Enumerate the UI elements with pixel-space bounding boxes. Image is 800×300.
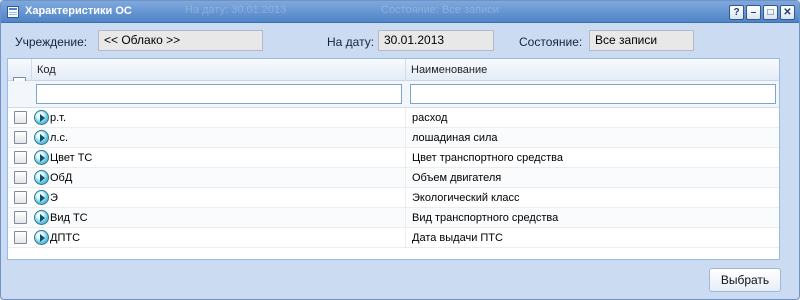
maximize-icon[interactable]: □	[763, 5, 778, 20]
column-divider	[405, 168, 406, 187]
table-row[interactable]: р.т. расход	[8, 108, 779, 128]
row-checkbox[interactable]	[14, 191, 27, 204]
column-header-name-label: Наименование	[411, 64, 488, 76]
state-label: Состояние:	[519, 35, 583, 49]
row-code: Э	[50, 192, 58, 204]
row-checkbox[interactable]	[14, 231, 27, 244]
institution-label: Учреждение:	[15, 35, 88, 49]
row-code: р.т.	[50, 112, 67, 124]
table-row[interactable]: Цвет ТС Цвет транспортного средства	[8, 148, 779, 168]
row-code: Вид ТС	[50, 212, 88, 224]
header-select-cell	[8, 59, 32, 90]
table-row[interactable]: л.с. лошадиная сила	[8, 128, 779, 148]
row-code: л.с.	[50, 132, 69, 144]
date-field[interactable]: 30.01.2013	[378, 30, 494, 51]
name-filter-input[interactable]	[410, 84, 776, 104]
row-checkbox[interactable]	[14, 171, 27, 184]
row-code: ДПТС	[50, 232, 81, 244]
column-header-code[interactable]: Код	[32, 59, 406, 81]
select-button[interactable]: Выбрать	[709, 268, 781, 292]
grid-header: Код Наименование	[8, 59, 779, 90]
window-icon	[7, 6, 19, 18]
row-code: ОбД	[50, 172, 73, 184]
row-name: лошадиная сила	[412, 132, 498, 144]
table-row[interactable]: Вид ТС Вид транспортного средства	[8, 208, 779, 228]
help-icon[interactable]: ?	[729, 5, 744, 20]
expand-arrow-icon[interactable]	[34, 230, 49, 245]
background-window-date-text: На дату: 30.01.2013	[185, 4, 287, 16]
row-name: Цвет транспортного средства	[412, 152, 563, 164]
row-checkbox[interactable]	[14, 111, 27, 124]
column-divider	[405, 148, 406, 167]
background-window-state-text: Состояние: Все записи	[381, 4, 499, 16]
window-title: Характеристики ОС	[25, 5, 132, 17]
row-name: Объем двигателя	[412, 172, 502, 184]
expand-arrow-icon[interactable]	[34, 130, 49, 145]
column-divider	[405, 108, 406, 127]
table-row[interactable]: ДПТС Дата выдачи ПТС	[8, 228, 779, 248]
characteristics-grid: Код Наименование р.т. расход л.с. лошади…	[7, 58, 780, 260]
dialog-window: На дату: 30.01.2013 Состояние: Все запис…	[0, 0, 800, 300]
expand-arrow-icon[interactable]	[34, 170, 49, 185]
date-label: На дату:	[327, 35, 375, 49]
expand-arrow-icon[interactable]	[34, 110, 49, 125]
table-row[interactable]: Э Экологический класс	[8, 188, 779, 208]
column-header-code-label: Код	[37, 64, 56, 76]
close-icon[interactable]: ✕	[780, 5, 795, 20]
grid-rows: р.т. расход л.с. лошадиная сила Цвет ТС …	[8, 108, 779, 248]
row-checkbox[interactable]	[14, 211, 27, 224]
row-code: Цвет ТС	[50, 152, 93, 164]
column-divider	[405, 128, 406, 147]
row-name: расход	[412, 112, 448, 124]
filter-row	[8, 81, 779, 108]
row-name: Экологический класс	[412, 192, 520, 204]
state-field[interactable]: Все записи	[589, 30, 694, 51]
column-divider	[405, 228, 406, 247]
row-checkbox[interactable]	[14, 151, 27, 164]
titlebar[interactable]: На дату: 30.01.2013 Состояние: Все запис…	[1, 1, 799, 23]
row-name: Дата выдачи ПТС	[412, 232, 503, 244]
expand-arrow-icon[interactable]	[34, 210, 49, 225]
column-header-name[interactable]: Наименование	[406, 59, 779, 81]
table-row[interactable]: ОбД Объем двигателя	[8, 168, 779, 188]
row-checkbox[interactable]	[14, 131, 27, 144]
column-divider	[405, 208, 406, 227]
code-filter-input[interactable]	[36, 84, 402, 104]
row-name: Вид транспортного средства	[412, 212, 559, 224]
institution-field[interactable]: << Облако >>	[98, 30, 263, 51]
minimize-icon[interactable]: –	[746, 5, 761, 20]
column-divider	[405, 188, 406, 207]
expand-arrow-icon[interactable]	[34, 150, 49, 165]
expand-arrow-icon[interactable]	[34, 190, 49, 205]
